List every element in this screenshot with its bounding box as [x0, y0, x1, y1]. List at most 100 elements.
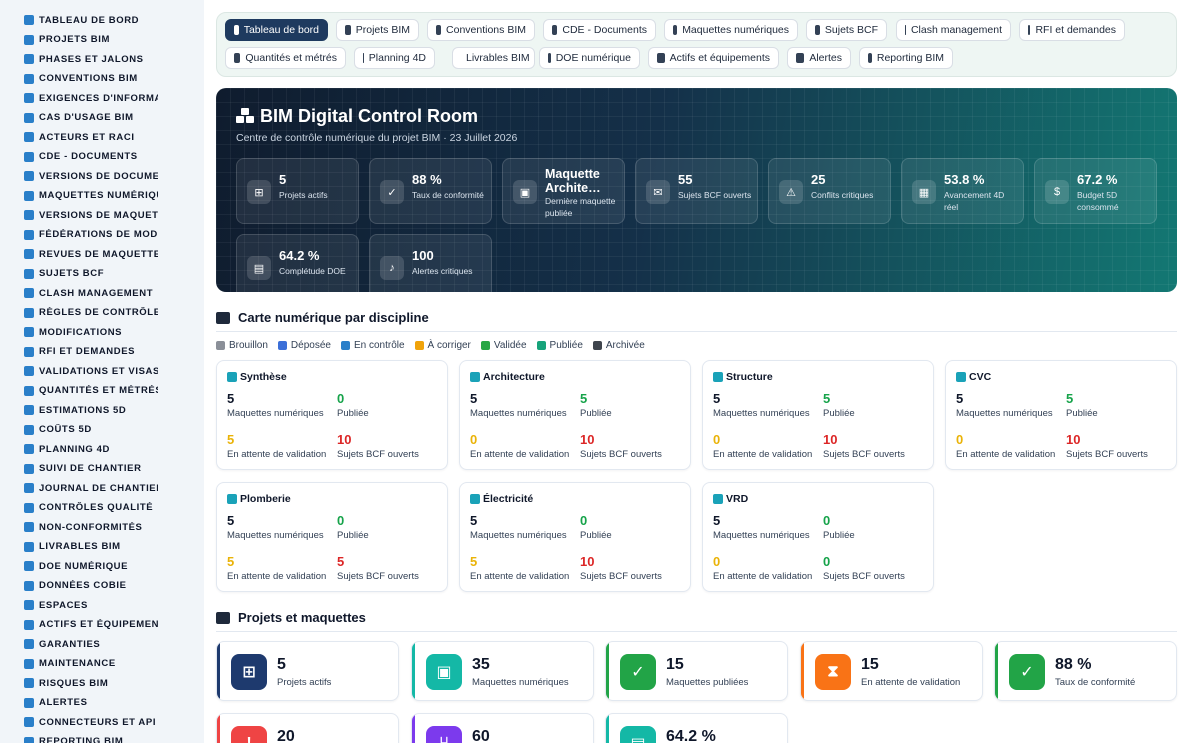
sidebar-item-label: CONVENTIONS BIM [39, 73, 138, 84]
sidebar-item[interactable]: GARANTIES [24, 637, 158, 651]
chart-icon [868, 53, 872, 63]
project-stat-card[interactable]: ⊞ 5 Projets actifs [216, 641, 399, 701]
nav-tab[interactable]: Projets BIM [336, 19, 419, 41]
discipline-card[interactable]: Électricité 5 Maquettes numériques 0 Publiée… [459, 482, 691, 592]
project-stat-card[interactable]: ✓ 88 % Taux de conformité [994, 641, 1177, 701]
sidebar-item[interactable]: ESPACES [24, 598, 158, 612]
nav-tab[interactable]: Conventions BIM [427, 19, 535, 41]
sidebar-item[interactable]: ACTEURS ET RACI [24, 130, 158, 144]
discipline-card[interactable]: Structure 5 Maquettes numériques 5 Publiée 0 E… [702, 360, 934, 470]
sidebar-item[interactable]: VALIDATIONS ET VISAS [24, 364, 158, 378]
sidebar-item[interactable]: ESTIMATIONS 5D [24, 403, 158, 417]
sidebar-item[interactable]: RFI ET DEMANDES [24, 345, 158, 359]
sidebar-item[interactable]: CDE - DOCUMENTS [24, 150, 158, 164]
search-icon [24, 249, 34, 259]
sidebar-item-label: DONNÉES COBIE [39, 580, 127, 591]
sidebar-item[interactable]: RISQUES BIM [24, 676, 158, 690]
sidebar-item[interactable]: CONVENTIONS BIM [24, 72, 158, 86]
nav-tab[interactable]: Livrables BIM [452, 47, 535, 69]
sidebar-item[interactable]: ACTIFS ET ÉQUIPEMENT [24, 618, 158, 632]
comments-icon [815, 25, 820, 35]
project-stat-card[interactable]: ⑂ 60 [411, 713, 594, 743]
kpi-card: ♪ 100 Alertes critiques [369, 234, 492, 292]
sidebar-item[interactable]: QUANTITÉS ET MÉTRÉS [24, 384, 158, 398]
sidebar-item[interactable]: TABLEAU DE BORD [24, 13, 158, 27]
sidebar-item[interactable]: PROJETS BIM [24, 33, 158, 47]
project-stat-card[interactable]: ✓ 15 Maquettes publiées [605, 641, 788, 701]
nav-tab[interactable]: Tableau de bord [225, 19, 328, 41]
sidebar-item[interactable]: ALERTES [24, 696, 158, 710]
nav-tab[interactable]: Alertes [787, 47, 851, 69]
nav-tab[interactable]: Maquettes numériques [664, 19, 798, 41]
sidebar-item-label: NON-CONFORMITÉS [39, 521, 143, 533]
cube-icon [713, 372, 723, 382]
sidebar-item[interactable]: NON-CONFORMITÉS [24, 520, 158, 534]
sidebar-item[interactable]: MODIFICATIONS [24, 325, 158, 339]
project-stat-card[interactable]: ! 20 [216, 713, 399, 743]
discipline-name: Synthèse [240, 371, 287, 383]
nav-tab[interactable]: CDE - Documents [543, 19, 656, 41]
nav-tab[interactable]: Actifs et équipements [648, 47, 779, 69]
sidebar-item[interactable]: CLASH MANAGEMENT [24, 286, 158, 300]
cubes-icon [673, 25, 678, 35]
nav-tab[interactable]: DOE numérique [539, 47, 640, 69]
nav-tab[interactable]: Reporting BIM [859, 47, 953, 69]
legend-item: À corriger [414, 340, 471, 351]
sidebar-item[interactable]: RÈGLES DE CONTRÔLE [24, 306, 158, 320]
project-stat-card[interactable]: ▣ 35 Maquettes numériques [411, 641, 594, 701]
sidebar-item[interactable]: VERSIONS DE MAQUETT [24, 208, 158, 222]
sidebar-item[interactable]: MAQUETTES NUMÉRIQU [24, 189, 158, 203]
sidebar-item[interactable]: JOURNAL DE CHANTIER [24, 481, 158, 495]
sidebar-item[interactable]: PHASES ET JALONS [24, 52, 158, 66]
sidebar-item[interactable]: CONTRÔLES QUALITÉ [24, 501, 158, 515]
kpi-card: ▣ Maquette Archite… Dernière maquette publ… [502, 158, 625, 224]
accent-bar [995, 642, 998, 700]
sidebar-item[interactable]: REPORTING BIM [24, 735, 158, 743]
discipline-title: Structure [713, 371, 773, 383]
kpi-label: Avancement 4D réel [944, 190, 1005, 212]
project-stat-card[interactable]: ⧗ 15 En attente de validation [800, 641, 983, 701]
sidebar-item[interactable]: FÉDÉRATIONS DE MODÈ [24, 228, 158, 242]
project-stat-card[interactable]: ▤ 64.2 % [605, 713, 788, 743]
comments-icon: ✉ [646, 180, 670, 204]
nav-tab[interactable]: Sujets BCF [806, 19, 887, 41]
discipline-title: VRD [713, 493, 748, 505]
discipline-title: CVC [956, 371, 991, 383]
nav-tab[interactable]: Quantités et métrés [225, 47, 346, 69]
sidebar-item[interactable]: REVUES DE MAQUETTES [24, 247, 158, 261]
comments-icon [24, 268, 34, 279]
sidebar-item[interactable]: DOE NUMÉRIQUE [24, 559, 158, 573]
sidebar-item[interactable]: LIVRABLES BIM [24, 540, 158, 554]
sidebar-item[interactable]: SUIVI DE CHANTIER [24, 462, 158, 476]
metric-value: 10 [580, 432, 595, 447]
legend-item: Brouillon [216, 340, 268, 351]
sidebar-item[interactable]: DONNÉES COBIE [24, 579, 158, 593]
kpi-value: 88 % [412, 172, 442, 187]
sidebar-item[interactable]: COÛTS 5D [24, 423, 158, 437]
discipline-name: Électricité [483, 493, 534, 505]
sidebar-item[interactable]: VERSIONS DE DOCUMEN [24, 169, 158, 183]
cubes-icon: ▣ [426, 654, 462, 690]
discipline-card[interactable]: VRD 5 Maquettes numériques 0 Publiée 0 En atte… [702, 482, 934, 592]
stat-label: Maquettes publiées [666, 677, 749, 688]
nav-tab[interactable]: Planning 4D [354, 47, 435, 69]
sidebar-item[interactable]: PLANNING 4D [24, 442, 158, 456]
sidebar-item-label: CONNECTEURS ET API [39, 716, 157, 728]
discipline-card[interactable]: Plomberie 5 Maquettes numériques 0 Publiée 5 E… [216, 482, 448, 592]
warning-icon [905, 25, 906, 35]
discipline-card[interactable]: Synthèse 5 Maquettes numériques 0 Publiée 5 En… [216, 360, 448, 470]
sidebar-item[interactable]: EXIGENCES D'INFORMATI [24, 91, 158, 105]
discipline-card[interactable]: Architecture 5 Maquettes numériques 5 Publié… [459, 360, 691, 470]
sidebar-item[interactable]: MAINTENANCE [24, 657, 158, 671]
discipline-card[interactable]: CVC 5 Maquettes numériques 5 Publiée 0 En atte… [945, 360, 1177, 470]
check-double-icon: ✓ [1009, 654, 1045, 690]
nav-tab[interactable]: Clash management [896, 19, 1011, 41]
book-open-icon [548, 53, 551, 63]
kpi-card: ⚠ 25 Conflits critiques [768, 158, 891, 224]
sidebar-item[interactable]: CAS D'USAGE BIM [24, 111, 158, 125]
sidebar-item[interactable]: SUJETS BCF [24, 267, 158, 281]
metric-label: Sujets BCF ouverts [580, 571, 662, 582]
sidebar-item[interactable]: CONNECTEURS ET API [24, 715, 158, 729]
nav-tab[interactable]: RFI et demandes [1019, 19, 1125, 41]
discipline-name: VRD [726, 493, 749, 505]
